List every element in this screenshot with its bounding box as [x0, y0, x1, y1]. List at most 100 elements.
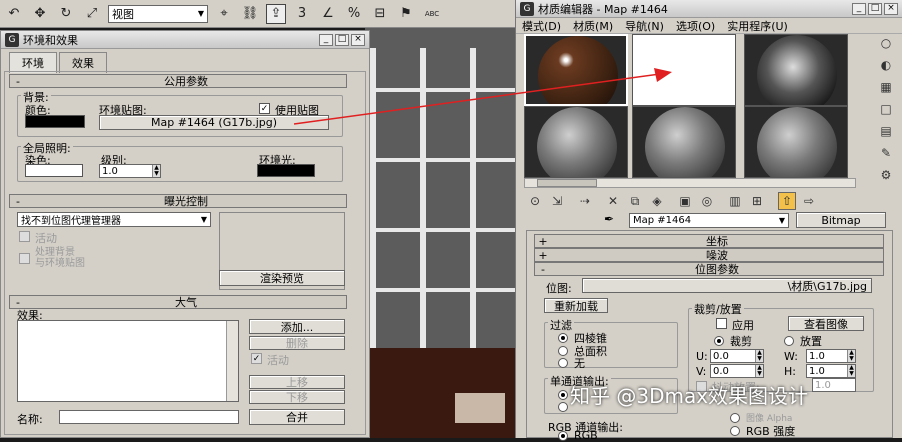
reload-button[interactable]: 重新加载 [544, 298, 608, 313]
go-to-parent-icon[interactable]: ⇧ [778, 192, 796, 210]
environment-map-button[interactable]: Map #1464 (G17b.jpg) [99, 115, 329, 130]
snap-toggle-icon[interactable]: 3 [292, 4, 312, 24]
effect-active-checkbox[interactable]: ✓ [251, 353, 262, 364]
reset-map-icon[interactable]: ✕ [604, 192, 622, 210]
effects-list[interactable] [17, 320, 239, 402]
mono-alpha-radio[interactable] [558, 402, 568, 412]
material-slot-active[interactable] [632, 34, 736, 106]
crop-radio[interactable] [714, 336, 724, 346]
maximize-button[interactable]: □ [335, 33, 349, 46]
background-color-swatch[interactable] [25, 115, 85, 128]
close-button[interactable]: × [351, 33, 365, 46]
mat-titlebar[interactable]: G 材质编辑器 - Map #1464 _ □ × [516, 0, 902, 18]
map-name-dropdown[interactable]: Map #1464 ▼ [629, 213, 789, 228]
add-effect-button[interactable]: 添加... [249, 319, 345, 334]
apply-crop-checkbox[interactable] [716, 318, 727, 329]
spinner-arrows-icon[interactable]: ▲ ▼ [847, 365, 855, 377]
noise-rollout[interactable]: + 噪波 [534, 248, 884, 262]
video-color-icon[interactable]: ▤ [875, 122, 897, 140]
filter-pyramidal-radio[interactable] [558, 333, 568, 343]
place-radio[interactable] [784, 336, 794, 346]
menu-material[interactable]: 材质(M) [573, 18, 613, 34]
move-icon[interactable]: ✥ [30, 4, 50, 24]
show-end-result-icon[interactable]: ⊞ [748, 192, 766, 210]
u-spinner[interactable]: 0.0 ▲ ▼ [710, 349, 764, 363]
exposure-active-checkbox[interactable] [19, 231, 30, 242]
checker-background-icon[interactable]: ▦ [875, 78, 897, 96]
go-forward-sibling-icon[interactable]: ⇨ [800, 192, 818, 210]
pivot-icon[interactable]: ⌖ [214, 4, 234, 24]
spinner-arrows-icon[interactable]: ▲ ▼ [152, 165, 160, 177]
jitter-spinner[interactable]: 1.0 [812, 378, 856, 392]
viewport-scene[interactable] [365, 28, 515, 438]
map-type-button[interactable]: Bitmap [796, 212, 886, 228]
material-slot[interactable] [524, 34, 628, 106]
angle-snap-icon[interactable]: ∠ [318, 4, 338, 24]
slots-scrollbar[interactable] [524, 178, 856, 188]
merge-button[interactable]: 合并 [249, 409, 345, 425]
spinner-arrows-icon[interactable]: ▲ ▼ [755, 350, 763, 362]
material-slot[interactable] [524, 106, 628, 178]
w-spinner[interactable]: 1.0 ▲ ▼ [806, 349, 856, 363]
spelling-icon[interactable]: ABC [422, 4, 442, 24]
close-button[interactable]: × [884, 2, 898, 15]
put-to-scene-icon[interactable]: ⇲ [548, 192, 566, 210]
spinner-snap-icon[interactable]: ⊟ [370, 4, 390, 24]
percent-snap-icon[interactable]: % [344, 4, 364, 24]
tab-environment[interactable]: 环境 [9, 52, 57, 73]
view-dropdown[interactable]: 视图 ▼ [108, 4, 208, 23]
level-spinner[interactable]: 1.0 ▲ ▼ [99, 164, 161, 178]
bitmap-path-button[interactable]: \材质\G17b.jpg [582, 278, 872, 293]
options-icon[interactable]: ⚙ [875, 166, 897, 184]
view-image-button[interactable]: 查看图像 [788, 316, 864, 331]
use-map-checkbox[interactable]: ✓ [259, 103, 270, 114]
put-to-library-icon[interactable]: ▣ [676, 192, 694, 210]
v-spinner[interactable]: 0.0 ▲ ▼ [710, 364, 764, 378]
menu-options[interactable]: 选项(O) [676, 18, 715, 34]
process-bg-checkbox[interactable] [19, 253, 30, 264]
scale-icon[interactable]: ⤢ [82, 4, 102, 24]
material-slot[interactable] [744, 34, 848, 106]
tint-color-swatch[interactable] [25, 164, 83, 177]
atmosphere-rollout[interactable]: - 大气 [9, 295, 347, 309]
material-id-icon[interactable]: ◎ [698, 192, 716, 210]
alpha-source-radio[interactable] [730, 413, 740, 423]
spinner-arrows-icon[interactable]: ▲ ▼ [755, 365, 763, 377]
effects-list-scrollbar[interactable] [226, 321, 238, 401]
mono-rgb-intensity-radio[interactable] [558, 390, 568, 400]
make-unique-icon[interactable]: ◈ [648, 192, 666, 210]
make-preview-icon[interactable]: ✎ [875, 144, 897, 162]
move-down-button[interactable]: 下移 [249, 390, 345, 404]
render-preview-button[interactable]: 渲染预览 [219, 270, 345, 286]
h-spinner[interactable]: 1.0 ▲ ▼ [806, 364, 856, 378]
minimize-button[interactable]: _ [852, 2, 866, 15]
assign-material-icon[interactable]: ⇢ [576, 192, 594, 210]
rotate-icon[interactable]: ↻ [56, 4, 76, 24]
maximize-button[interactable]: □ [868, 2, 882, 15]
spinner-arrows-icon[interactable]: ▲ ▼ [847, 350, 855, 362]
minimize-button[interactable]: _ [319, 33, 333, 46]
backlight-icon[interactable]: ◐ [875, 56, 897, 74]
filter-summed-radio[interactable] [558, 346, 568, 356]
sample-type-sphere-icon[interactable]: ○ [875, 34, 897, 52]
menu-mode[interactable]: 模式(D) [522, 18, 561, 34]
menu-utilities[interactable]: 实用程序(U) [727, 18, 788, 34]
bitmap-params-rollout[interactable]: - 位图参数 [534, 262, 884, 276]
common-params-rollout[interactable]: - 公用参数 [9, 74, 347, 88]
env-titlebar[interactable]: G 环境和效果 _ □ × [1, 31, 369, 49]
material-slot[interactable] [744, 106, 848, 178]
coordinates-rollout[interactable]: + 坐标 [534, 234, 884, 248]
get-material-icon[interactable]: ⊙ [526, 192, 544, 210]
ambient-color-swatch[interactable] [257, 164, 315, 177]
show-map-icon[interactable]: ▥ [726, 192, 744, 210]
exposure-type-dropdown[interactable]: 找不到位图代理管理器 ▼ [17, 212, 211, 227]
pick-eyedropper-icon[interactable]: ✒ [604, 212, 614, 226]
rgb-intensity-radio[interactable] [730, 426, 740, 436]
exposure-control-rollout[interactable]: - 曝光控制 [9, 194, 347, 208]
delete-effect-button[interactable]: 删除 [249, 336, 345, 350]
move-up-button[interactable]: 上移 [249, 375, 345, 389]
material-slot[interactable] [632, 106, 736, 178]
rgb-output-radio[interactable] [558, 431, 568, 441]
menu-navigation[interactable]: 导航(N) [625, 18, 664, 34]
undo-icon[interactable]: ↶ [4, 4, 24, 24]
